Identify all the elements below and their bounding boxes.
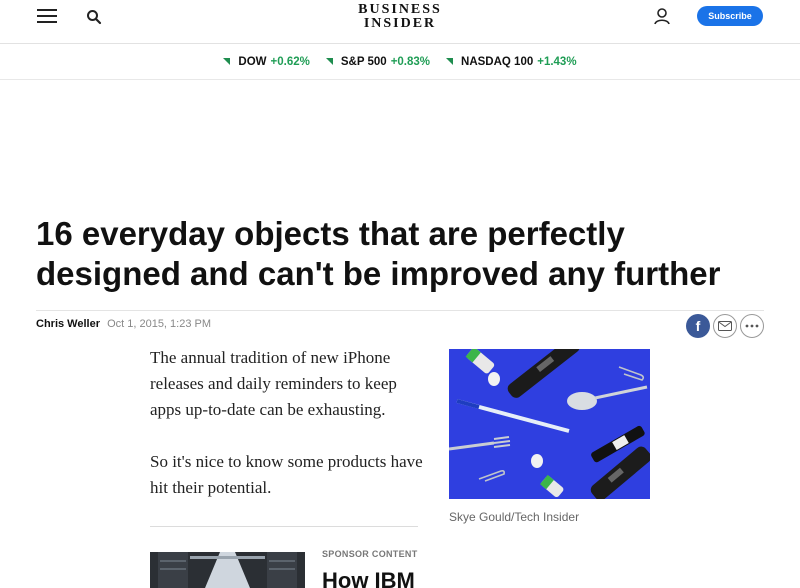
- facebook-icon: f: [695, 318, 701, 334]
- hamburger-menu-icon[interactable]: [37, 9, 57, 25]
- up-arrow-icon: [325, 58, 333, 65]
- search-icon[interactable]: [85, 8, 103, 26]
- ticker-item-sp500[interactable]: S&P 500 +0.83%: [325, 55, 431, 68]
- sponsor-thumbnail[interactable]: [150, 552, 305, 588]
- article-paragraph: So it's nice to know some products have …: [150, 452, 423, 497]
- ticker-change: +0.83%: [390, 55, 431, 68]
- envelope-icon: [718, 321, 732, 331]
- up-arrow-icon: [446, 58, 454, 65]
- ticker-change: +1.43%: [537, 55, 577, 68]
- ticker-name: NASDAQ 100: [461, 55, 534, 68]
- market-ticker: DOW +0.62% S&P 500 +0.83% NASDAQ 100 +1.…: [0, 44, 800, 80]
- share-email-button[interactable]: [713, 314, 737, 338]
- divider: [36, 310, 764, 311]
- user-account-icon[interactable]: [652, 6, 672, 26]
- business-insider-logo[interactable]: BUSINESS INSIDER: [340, 3, 460, 31]
- article-image[interactable]: [449, 349, 650, 499]
- article-headline: 16 everyday objects that are perfectly d…: [36, 215, 721, 292]
- divider: [150, 526, 418, 527]
- subscribe-button[interactable]: Subscribe: [697, 6, 763, 26]
- article-paragraph: The annual tradition of new iPhone relea…: [150, 348, 397, 419]
- share-facebook-button[interactable]: f: [686, 314, 710, 338]
- sponsor-label: SPONSOR CONTENT: [322, 549, 418, 559]
- up-arrow-icon: [223, 58, 231, 65]
- sponsor-headline-link[interactable]: How IBM: [322, 568, 415, 588]
- author-link[interactable]: Chris Weller: [36, 318, 100, 330]
- ticker-name: DOW: [238, 55, 267, 68]
- byline: Chris Weller Oct 1, 2015, 1:23 PM: [36, 318, 211, 330]
- ticker-item-nasdaq[interactable]: NASDAQ 100 +1.43%: [446, 56, 577, 68]
- ticker-item-dow[interactable]: DOW +0.62%: [223, 55, 310, 68]
- share-more-button[interactable]: [740, 314, 764, 338]
- ticker-name: S&P 500: [340, 55, 387, 68]
- more-dots-icon: [745, 324, 759, 328]
- site-header: BUSINESS INSIDER Subscribe: [0, 0, 800, 44]
- ticker-change: +0.62%: [270, 55, 310, 68]
- publish-date: Oct 1, 2015, 1:23 PM: [107, 318, 212, 330]
- image-caption: Skye Gould/Tech Insider: [449, 510, 580, 524]
